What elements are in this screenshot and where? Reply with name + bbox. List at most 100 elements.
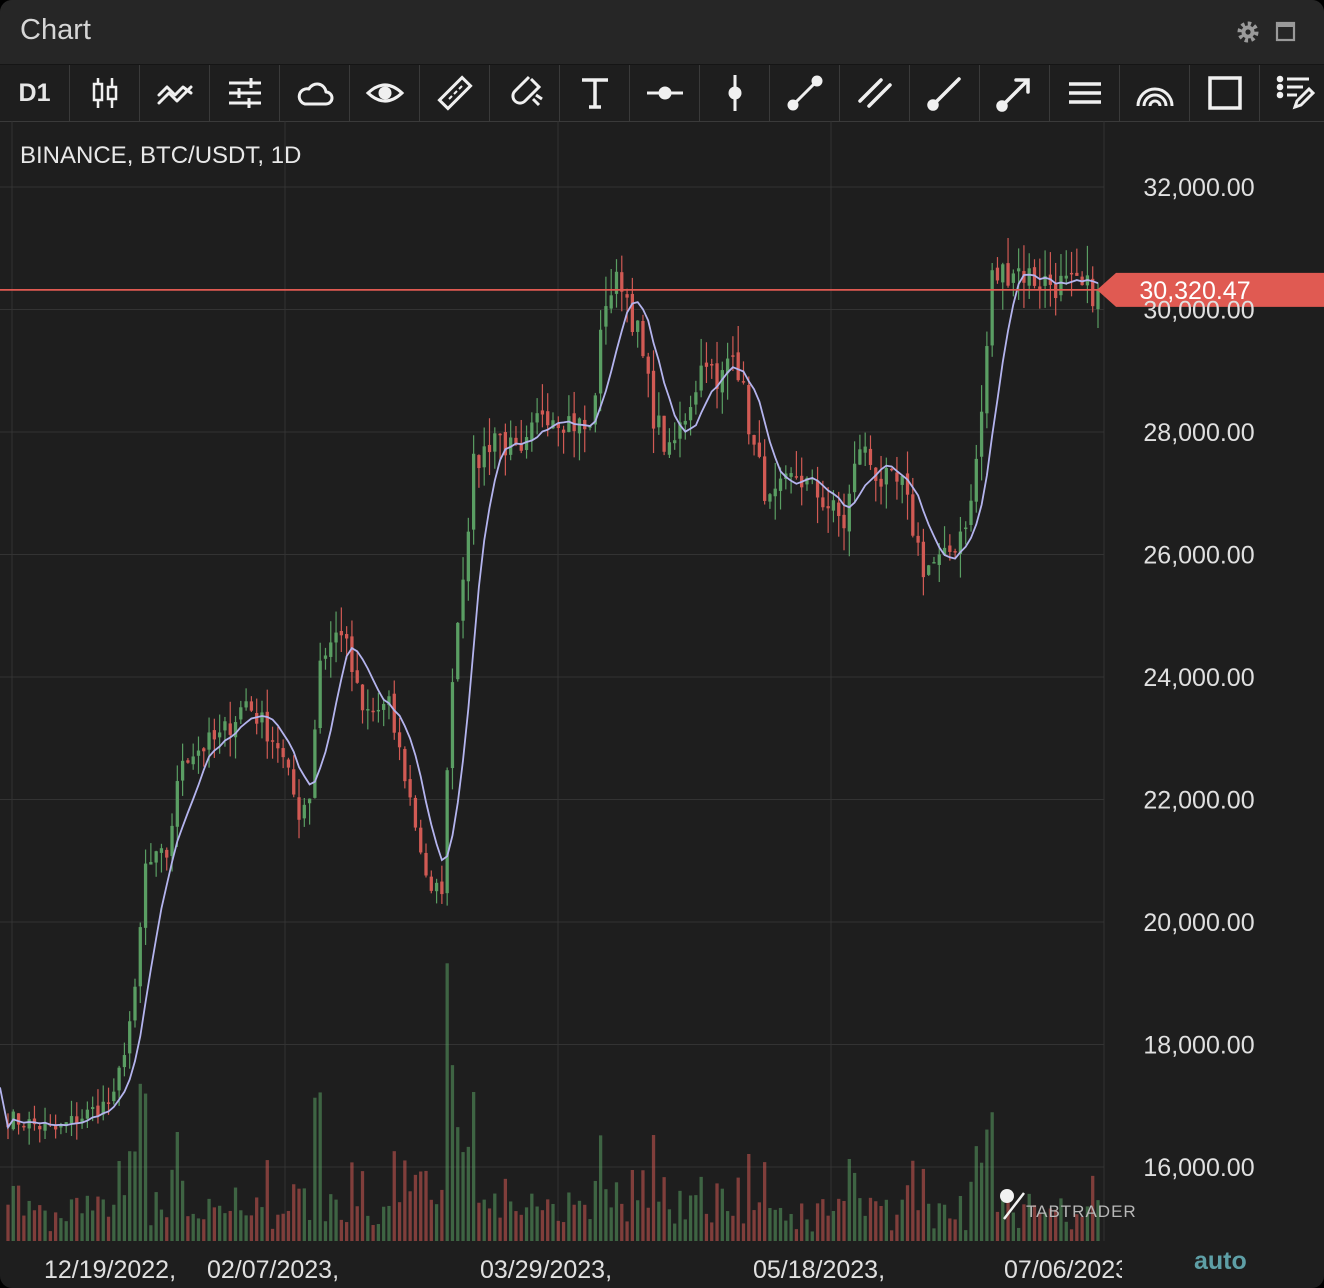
horizontal-line-icon[interactable] bbox=[630, 65, 700, 121]
candle-body bbox=[207, 732, 211, 750]
rectangle-icon[interactable] bbox=[1190, 65, 1260, 121]
volume-bar bbox=[673, 1223, 677, 1241]
volume-bar bbox=[979, 1162, 984, 1241]
volume-bar bbox=[471, 1092, 476, 1241]
volume-bar bbox=[143, 1093, 148, 1241]
volume-bar bbox=[180, 1180, 185, 1241]
candle-body bbox=[471, 453, 476, 530]
volume-bar bbox=[556, 1220, 560, 1241]
horizontal-lines-icon[interactable] bbox=[1050, 65, 1120, 121]
drawing-toolbar: D1 bbox=[0, 64, 1324, 122]
volume-bar bbox=[91, 1210, 95, 1241]
candles-icon[interactable] bbox=[70, 65, 140, 121]
candle-body bbox=[302, 804, 306, 819]
volume-bar bbox=[265, 1160, 269, 1241]
price-chart[interactable]: 30,320.47 16,000.00 18,000.00 20,000.00 22,… bbox=[0, 121, 1324, 1288]
arc-icon[interactable] bbox=[1120, 65, 1190, 121]
timeframe-button[interactable]: D1 bbox=[0, 65, 70, 121]
candle-body bbox=[546, 411, 550, 426]
candle-body bbox=[159, 848, 164, 853]
volume-bar bbox=[392, 1151, 396, 1241]
candle-body bbox=[673, 440, 677, 444]
auto-scale-button[interactable]: auto bbox=[1194, 1247, 1247, 1276]
volume-bar bbox=[895, 1214, 899, 1241]
symbol-label: BINANCE, BTC/USDT, 1D bbox=[20, 142, 301, 169]
volume-bar bbox=[810, 1231, 814, 1241]
candle-body bbox=[1038, 286, 1042, 289]
volume-bar bbox=[826, 1215, 830, 1241]
candle-body bbox=[440, 881, 444, 895]
y-tick-label: 30,000.00 bbox=[1143, 297, 1254, 325]
volume-bar bbox=[38, 1205, 42, 1241]
volume-bar bbox=[927, 1203, 931, 1241]
indicator-icon[interactable] bbox=[140, 65, 210, 121]
volume-bar bbox=[641, 1170, 645, 1241]
volume-bar bbox=[212, 1207, 216, 1241]
volume-bar bbox=[350, 1162, 354, 1241]
volume-bar bbox=[223, 1213, 227, 1241]
candle-body bbox=[710, 364, 714, 366]
candle-body bbox=[1001, 264, 1005, 283]
candle-body bbox=[895, 472, 899, 482]
volume-bar bbox=[784, 1220, 788, 1241]
x-tick-label: 05/18/2023, bbox=[753, 1256, 885, 1284]
candle-body bbox=[815, 480, 820, 498]
candle-body bbox=[778, 478, 783, 491]
candle-body bbox=[318, 660, 322, 729]
volume-bar bbox=[419, 1171, 423, 1241]
volume-bar bbox=[366, 1215, 370, 1241]
arrow-icon[interactable] bbox=[980, 65, 1050, 121]
candle-body bbox=[683, 420, 687, 425]
candle-body bbox=[445, 770, 449, 894]
cloud-icon[interactable] bbox=[280, 65, 350, 121]
candle-body bbox=[768, 494, 772, 502]
chart-area[interactable]: 30,320.47 16,000.00 18,000.00 20,000.00 22,… bbox=[0, 121, 1324, 1288]
edit-list-icon[interactable] bbox=[1260, 65, 1324, 121]
ruler-icon[interactable] bbox=[420, 65, 490, 121]
candle-body bbox=[752, 435, 756, 445]
volume-bar bbox=[323, 1221, 328, 1241]
volume-bar bbox=[688, 1195, 693, 1241]
text-icon[interactable] bbox=[560, 65, 630, 121]
candle-body bbox=[921, 541, 926, 578]
candle-body bbox=[747, 385, 751, 435]
candle-body bbox=[937, 554, 941, 565]
maximize-icon[interactable] bbox=[1272, 18, 1300, 46]
volume-bar bbox=[313, 1097, 317, 1241]
candle-body bbox=[106, 1102, 111, 1104]
volume-bar bbox=[397, 1202, 402, 1241]
volume-bar bbox=[847, 1158, 851, 1241]
parallel-channel-icon[interactable] bbox=[840, 65, 910, 121]
candle-body bbox=[577, 418, 582, 434]
candle-body bbox=[91, 1107, 95, 1109]
volume-bar bbox=[964, 1230, 968, 1241]
gear-icon[interactable] bbox=[1234, 18, 1262, 46]
vertical-line-icon[interactable] bbox=[700, 65, 770, 121]
volume-bar bbox=[519, 1214, 523, 1241]
candle-body bbox=[297, 797, 301, 820]
volume-bar bbox=[958, 1196, 963, 1241]
volume-bar bbox=[921, 1168, 926, 1241]
candle-body bbox=[625, 294, 629, 298]
volume-bar bbox=[1064, 1221, 1068, 1241]
volume-bar bbox=[503, 1178, 508, 1241]
candle-body bbox=[868, 448, 873, 465]
candle-body bbox=[154, 851, 158, 863]
volume-bar bbox=[424, 1170, 428, 1241]
volume-bar bbox=[175, 1131, 179, 1241]
x-tick-label: 03/29/2023, bbox=[480, 1256, 612, 1284]
eye-icon[interactable] bbox=[350, 65, 420, 121]
magnet-icon[interactable] bbox=[490, 65, 560, 121]
volume-bar bbox=[48, 1231, 52, 1241]
volume-bar bbox=[165, 1217, 169, 1241]
candle-body bbox=[662, 415, 666, 452]
ray-icon[interactable] bbox=[910, 65, 980, 121]
trend-line-icon[interactable] bbox=[770, 65, 840, 121]
candle-body bbox=[884, 467, 888, 485]
candle-body bbox=[461, 579, 465, 621]
settings-sliders-icon[interactable] bbox=[210, 65, 280, 121]
volume-bar bbox=[228, 1210, 232, 1241]
candle-body bbox=[487, 444, 492, 453]
y-axis-ticks: 16,000.00 18,000.00 20,000.00 22,000.00 24,0… bbox=[1143, 174, 1254, 1182]
candle-body bbox=[1011, 273, 1015, 283]
